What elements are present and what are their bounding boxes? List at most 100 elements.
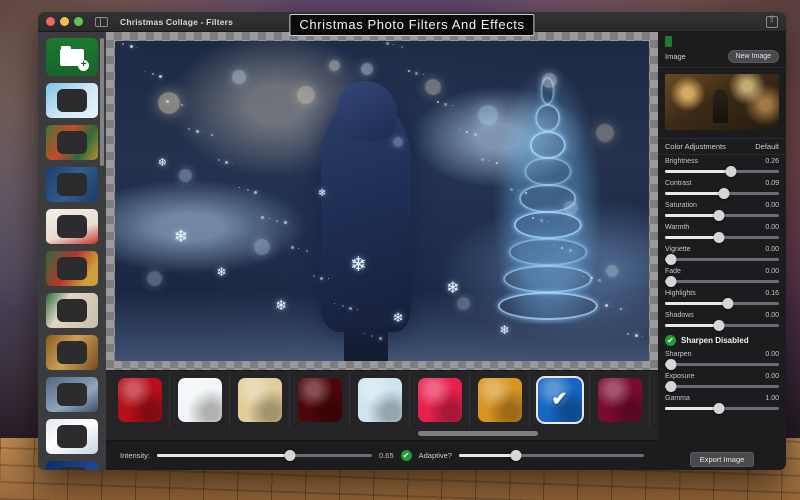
window-controls[interactable] xyxy=(46,17,83,26)
adaptive-slider[interactable] xyxy=(458,450,644,462)
sparkle xyxy=(239,187,241,189)
slider-knob[interactable] xyxy=(725,166,737,177)
slider-knob[interactable] xyxy=(665,381,677,392)
filter-cell[interactable] xyxy=(590,370,650,429)
filter-strip-scrollbar-track[interactable] xyxy=(106,428,658,440)
sparkle xyxy=(225,160,228,164)
sidebar-item-template-9[interactable] xyxy=(46,419,98,454)
slider-knob[interactable] xyxy=(665,254,677,265)
filter-cell[interactable] xyxy=(230,370,290,429)
minimize-button[interactable] xyxy=(60,17,69,26)
slider-knob[interactable] xyxy=(718,188,730,199)
slider-knob[interactable] xyxy=(713,232,725,243)
filter-golden-glow[interactable] xyxy=(477,377,522,422)
filter-cell[interactable] xyxy=(470,370,530,429)
sparkle xyxy=(458,129,460,131)
editor-column: ❄ ❄ ❄ ❄ ❄ ❄ ❄ ❄ ❄ ✔ Intensity: 0.65 ✔ Adaptive? xyxy=(106,32,658,470)
tree-light-ring xyxy=(508,238,588,267)
canvas-area[interactable]: ❄ ❄ ❄ ❄ ❄ ❄ ❄ ❄ ❄ xyxy=(106,32,658,370)
adaptive-label: Adaptive? xyxy=(418,451,452,460)
tree-light-ring xyxy=(534,103,561,132)
sidebar-toggle-icon[interactable] xyxy=(95,16,108,27)
template-sidebar[interactable] xyxy=(38,32,106,470)
tree-light-ring xyxy=(513,211,582,240)
sparkle xyxy=(451,104,453,106)
slider-knob[interactable] xyxy=(722,298,734,309)
adjustment-slider[interactable] xyxy=(665,403,779,414)
photo-canvas[interactable]: ❄ ❄ ❄ ❄ ❄ ❄ ❄ ❄ ❄ xyxy=(115,41,649,361)
sidebar-item-template-6[interactable] xyxy=(46,293,98,328)
filter-strip-scrollbar-thumb[interactable] xyxy=(418,431,538,436)
filter-strip[interactable]: ✔ xyxy=(106,370,658,429)
adjustment-name: Fade xyxy=(665,268,681,275)
filter-cell[interactable] xyxy=(410,370,470,429)
filter-winter-blue[interactable]: ✔ xyxy=(535,375,584,424)
adjustment-slider[interactable] xyxy=(665,254,779,265)
close-button[interactable] xyxy=(46,17,55,26)
add-collage-button[interactable] xyxy=(46,38,98,76)
sharpen-toggle-label: Sharpen Disabled xyxy=(681,336,749,345)
slider-knob[interactable] xyxy=(665,276,677,287)
slider-fill xyxy=(665,236,719,239)
slider-knob[interactable] xyxy=(713,320,725,331)
adjustment-slider[interactable] xyxy=(665,276,779,287)
snowflake-icon: ❄ xyxy=(216,265,227,279)
sparkle xyxy=(137,46,139,48)
sidebar-item-template-7[interactable] xyxy=(46,335,98,370)
sidebar-item-template-5[interactable] xyxy=(46,251,98,286)
adjustment-value: 0.00 xyxy=(765,202,779,209)
intensity-slider[interactable] xyxy=(157,450,373,462)
filter-snow-white[interactable] xyxy=(177,377,222,422)
adjustment-slider[interactable] xyxy=(665,210,779,221)
slider-knob[interactable] xyxy=(665,359,677,370)
slider-knob[interactable] xyxy=(713,210,725,221)
tree-light-ring xyxy=(529,130,566,159)
sidebar-item-template-2[interactable] xyxy=(46,125,98,160)
filter-cell[interactable] xyxy=(170,370,230,429)
adjustment-slider[interactable] xyxy=(665,359,779,370)
sidebar-scrollbar[interactable] xyxy=(100,38,104,166)
adjustment-slider[interactable] xyxy=(665,381,779,392)
new-image-button[interactable]: New Image xyxy=(727,50,779,63)
sparkle xyxy=(181,103,184,106)
adjustment-slider[interactable] xyxy=(665,298,779,309)
image-preview[interactable] xyxy=(665,74,779,130)
sidebar-item-template-3[interactable] xyxy=(46,167,98,202)
adjustment-slider[interactable] xyxy=(665,166,779,177)
adjustment-list: Brightness 0.26 Contrast 0.09 Saturation 0.00… xyxy=(658,155,786,331)
sharpen-toggle[interactable]: ✔ Sharpen Disabled xyxy=(658,331,786,348)
sidebar-item-template-8[interactable] xyxy=(46,377,98,412)
filter-cell[interactable] xyxy=(290,370,350,429)
filter-ice-blue[interactable] xyxy=(357,377,402,422)
sharpen-checkbox[interactable]: ✔ xyxy=(665,335,676,346)
template-cutout xyxy=(57,341,87,364)
export-image-button[interactable]: Export Image xyxy=(689,452,755,467)
filter-dark-red[interactable] xyxy=(297,377,342,422)
zoom-button[interactable] xyxy=(74,17,83,26)
adjustment-list-secondary: Sharpen 0.00 Exposure 0.00 Gamma 1.00 xyxy=(658,348,786,414)
sidebar-item-template-4[interactable] xyxy=(46,209,98,244)
filter-rose-red[interactable] xyxy=(417,377,462,422)
filter-cell[interactable] xyxy=(110,370,170,429)
filter-crimson[interactable] xyxy=(117,377,162,422)
template-cutout xyxy=(57,215,87,238)
filter-champagne-gold[interactable] xyxy=(237,377,282,422)
filter-magenta-dark[interactable] xyxy=(597,377,642,422)
adjustment-slider[interactable] xyxy=(665,188,779,199)
adjustment-slider[interactable] xyxy=(665,232,779,243)
filter-cell[interactable]: ✔ xyxy=(530,370,590,429)
filter-cell[interactable] xyxy=(350,370,410,429)
export-bar: Export Image xyxy=(658,452,786,467)
sparkle xyxy=(290,246,294,250)
adaptive-checkbox[interactable]: ✔ xyxy=(400,450,412,461)
slider-knob[interactable] xyxy=(713,403,725,414)
share-icon[interactable] xyxy=(766,14,778,28)
slider-knob[interactable] xyxy=(284,450,296,461)
sparkle xyxy=(254,191,258,195)
sidebar-item-template-10[interactable] xyxy=(46,461,98,470)
adjustment-slider[interactable] xyxy=(665,320,779,331)
slider-knob[interactable] xyxy=(510,450,522,461)
template-cutout xyxy=(57,131,87,154)
sidebar-item-template-1[interactable] xyxy=(46,83,98,118)
default-button[interactable]: Default xyxy=(755,142,779,151)
